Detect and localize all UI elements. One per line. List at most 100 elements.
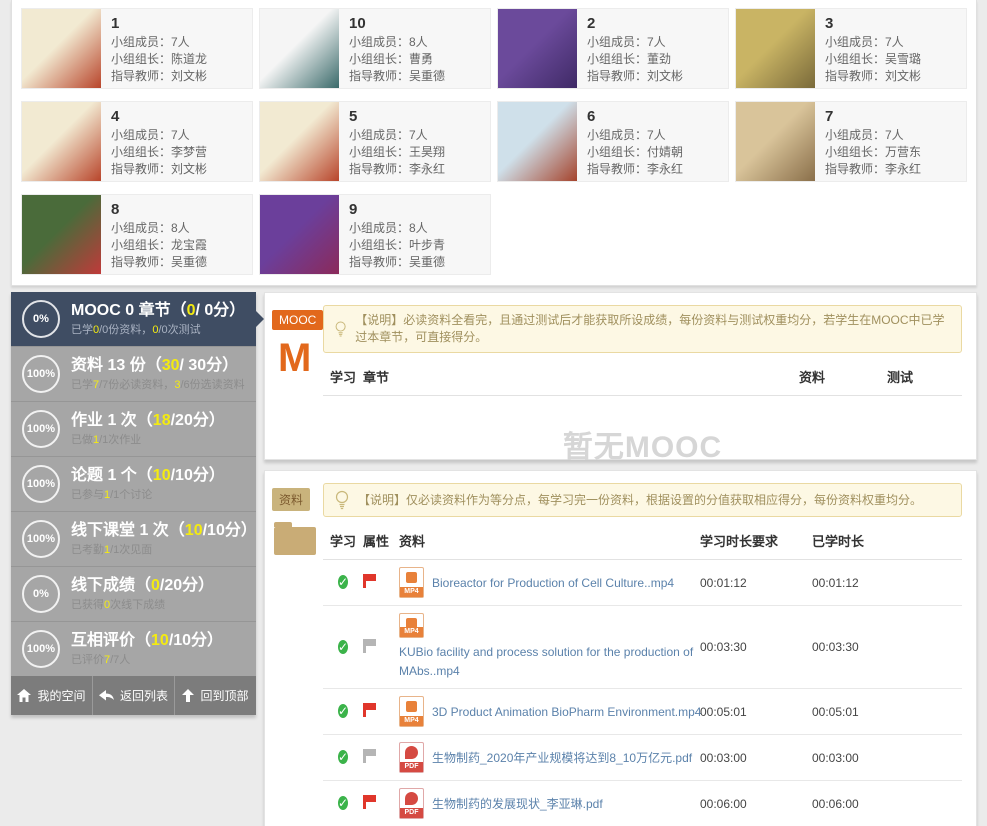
file-name-link[interactable]: 3D Product Animation BioPharm Environmen… bbox=[432, 705, 701, 719]
group-info-line: 指导教师：李永红 bbox=[349, 161, 445, 178]
file-type-icon: MP4 bbox=[399, 567, 424, 598]
col-learned-duration: 已学时长 bbox=[812, 531, 962, 550]
materials-badge: 资料 bbox=[272, 488, 310, 511]
flag-icon[interactable] bbox=[363, 795, 366, 809]
back-to-top-button[interactable]: 回到顶部 bbox=[174, 676, 256, 715]
group-info-line: 指导教师：吴重德 bbox=[349, 68, 445, 85]
progress-circle: 100% bbox=[22, 465, 60, 503]
group-info-line: 小组组长：龙宝霞 bbox=[111, 237, 207, 254]
sidebar-item-subtitle: 已评价7/7人 bbox=[71, 653, 250, 668]
mooc-table-header: 学习 章节 资料 测试 bbox=[323, 353, 962, 396]
group-info-line: 指导教师：刘文彬 bbox=[111, 161, 207, 178]
done-check-icon: ✓ bbox=[338, 750, 348, 764]
group-info-line: 小组成员：7人 bbox=[825, 34, 921, 51]
group-card[interactable]: 9 小组成员：8人小组组长：叶步青指导教师：吴重德 bbox=[259, 194, 491, 275]
flag-icon[interactable] bbox=[363, 703, 366, 717]
progress-circle: 100% bbox=[22, 410, 60, 448]
done-check-icon: ✓ bbox=[338, 796, 348, 810]
group-avatar bbox=[22, 9, 101, 88]
sidebar-item[interactable]: 100% 资料 13 份（30/ 30分） 已学7/7份必读资料，3/6份选读资… bbox=[11, 346, 256, 401]
group-info: 9 小组成员：8人小组组长：叶步青指导教师：吴重德 bbox=[339, 195, 455, 274]
progress-sidebar: 0% MOOC 0 章节（0/ 0分） 已学0/0份资料，0/0次测试 100%… bbox=[11, 292, 256, 715]
flag-icon[interactable] bbox=[363, 749, 366, 763]
col-study: 学习 bbox=[323, 531, 363, 550]
group-avatar bbox=[736, 102, 815, 181]
sidebar-item[interactable]: 0% MOOC 0 章节（0/ 0分） 已学0/0份资料，0/0次测试 bbox=[11, 292, 256, 346]
group-card[interactable]: 5 小组成员：7人小组组长：王昊翔指导教师：李永红 bbox=[259, 101, 491, 182]
file-name-link[interactable]: Bioreactor for Production of Cell Cultur… bbox=[432, 576, 674, 590]
group-card[interactable]: 1 小组成员：7人小组组长：陈道龙指导教师：刘文彬 bbox=[21, 8, 253, 89]
file-ext-label: PDF bbox=[400, 762, 423, 772]
required-duration: 00:03:00 bbox=[700, 751, 812, 765]
group-card[interactable]: 2 小组成员：7人小组组长：董劲指导教师：刘文彬 bbox=[497, 8, 729, 89]
group-info-lines: 小组成员：8人小组组长：龙宝霞指导教师：吴重德 bbox=[111, 220, 207, 271]
lightbulb-icon bbox=[334, 319, 347, 339]
group-card[interactable]: 10 小组成员：8人小组组长：曹勇指导教师：吴重德 bbox=[259, 8, 491, 89]
sidebar-items: 0% MOOC 0 章节（0/ 0分） 已学0/0份资料，0/0次测试 100%… bbox=[11, 292, 256, 676]
col-attribute: 属性 bbox=[363, 531, 399, 550]
mooc-m-icon: M bbox=[278, 338, 323, 378]
group-info: 5 小组成员：7人小组组长：王昊翔指导教师：李永红 bbox=[339, 102, 455, 181]
group-info: 6 小组成员：7人小组组长：付婧朝指导教师：李永红 bbox=[577, 102, 693, 181]
sidebar-item[interactable]: 100% 线下课堂 1 次（10/10分） 已考勤1/1次见面 bbox=[11, 511, 256, 566]
materials-rows: ✓ MP4 Bioreactor for Production of Cell … bbox=[323, 560, 962, 826]
file-ext-label: MP4 bbox=[400, 587, 423, 597]
flag-icon[interactable] bbox=[363, 574, 366, 588]
sidebar-item[interactable]: 0% 线下成绩（0/20分） 已获得0次线下成绩 bbox=[11, 566, 256, 621]
flag-icon[interactable] bbox=[363, 639, 366, 653]
done-check-icon: ✓ bbox=[338, 704, 348, 718]
sidebar-item-title: 线下成绩（0/20分） bbox=[71, 575, 250, 596]
materials-note-text: 【说明】仅必读资料作为等分点，每学习完一份资料，根据设置的分值获取相应得分，每份… bbox=[358, 492, 922, 509]
group-avatar bbox=[22, 195, 101, 274]
file-ext-label: MP4 bbox=[400, 627, 423, 637]
file-name-link[interactable]: 生物制药的发展现状_李亚琳.pdf bbox=[432, 795, 603, 812]
group-info-line: 小组成员：7人 bbox=[587, 34, 683, 51]
materials-panel: 资料 【说明】仅必读资料作为等分点，每学习完一份资料，根据设置的分值获取相应得分… bbox=[264, 470, 977, 826]
group-info-line: 小组成员：8人 bbox=[349, 220, 445, 237]
group-info-lines: 小组成员：7人小组组长：李梦营指导教师：刘文彬 bbox=[111, 127, 207, 178]
col-material: 资料 bbox=[399, 531, 700, 550]
sidebar-item[interactable]: 100% 作业 1 次（18/20分） 已做1/1次作业 bbox=[11, 401, 256, 456]
group-card[interactable]: 3 小组成员：7人小组组长：吴雪璐指导教师：刘文彬 bbox=[735, 8, 967, 89]
group-avatar bbox=[22, 102, 101, 181]
group-number: 7 bbox=[825, 108, 921, 125]
group-number: 5 bbox=[349, 108, 445, 125]
mooc-note-text: 【说明】必读资料全看完，且通过测试后才能获取所设成绩，每份资料与测试权重均分，若… bbox=[355, 312, 951, 346]
group-info: 3 小组成员：7人小组组长：吴雪璐指导教师：刘文彬 bbox=[815, 9, 931, 88]
group-avatar bbox=[260, 195, 339, 274]
material-row: ✓ PDF 生物制药的发展现状_李亚琳.pdf 00:06:00 00:06:0… bbox=[323, 781, 962, 826]
home-icon bbox=[17, 689, 31, 702]
group-card[interactable]: 4 小组成员：7人小组组长：李梦营指导教师：刘文彬 bbox=[21, 101, 253, 182]
required-duration: 00:01:12 bbox=[700, 576, 812, 590]
sidebar-item-title: 作业 1 次（18/20分） bbox=[71, 410, 250, 431]
group-number: 9 bbox=[349, 201, 445, 218]
file-type-icon: MP4 bbox=[399, 696, 424, 727]
material-row: ✓ MP4 3D Product Animation BioPharm Envi… bbox=[323, 689, 962, 735]
group-info: 2 小组成员：7人小组组长：董劲指导教师：刘文彬 bbox=[577, 9, 693, 88]
my-space-label: 我的空间 bbox=[37, 687, 85, 704]
sidebar-item[interactable]: 100% 论题 1 个（10/10分） 已参与1/1个讨论 bbox=[11, 456, 256, 511]
group-card[interactable]: 8 小组成员：8人小组组长：龙宝霞指导教师：吴重德 bbox=[21, 194, 253, 275]
group-info-line: 小组组长：曹勇 bbox=[349, 51, 445, 68]
top-icon bbox=[182, 689, 194, 702]
group-info-line: 小组成员：7人 bbox=[825, 127, 921, 144]
group-card[interactable]: 7 小组成员：7人小组组长：万营东指导教师：李永红 bbox=[735, 101, 967, 182]
back-to-list-button[interactable]: 返回列表 bbox=[92, 676, 174, 715]
learned-duration: 00:06:00 bbox=[812, 797, 962, 811]
group-info-lines: 小组成员：7人小组组长：万营东指导教师：李永红 bbox=[825, 127, 921, 178]
sidebar-item-title: MOOC 0 章节（0/ 0分） bbox=[71, 300, 250, 321]
group-info-line: 小组成员：8人 bbox=[111, 220, 207, 237]
file-name-link[interactable]: 生物制药_2020年产业规模将达到8_10万亿元.pdf bbox=[432, 749, 692, 766]
file-name-link[interactable]: KUBio facility and process solution for … bbox=[399, 643, 699, 681]
my-space-button[interactable]: 我的空间 bbox=[11, 676, 92, 715]
progress-circle: 0% bbox=[22, 575, 60, 613]
group-info-lines: 小组成员：7人小组组长：王昊翔指导教师：李永红 bbox=[349, 127, 445, 178]
done-check-icon: ✓ bbox=[338, 575, 348, 589]
group-card[interactable]: 6 小组成员：7人小组组长：付婧朝指导教师：李永红 bbox=[497, 101, 729, 182]
group-info-lines: 小组成员：8人小组组长：曹勇指导教师：吴重德 bbox=[349, 34, 445, 85]
sidebar-item-title: 资料 13 份（30/ 30分） bbox=[71, 355, 250, 376]
group-info-line: 小组成员：8人 bbox=[349, 34, 445, 51]
sidebar-item[interactable]: 100% 互相评价（10/10分） 已评价7/7人 bbox=[11, 621, 256, 676]
group-info-line: 小组组长：吴雪璐 bbox=[825, 51, 921, 68]
learned-duration: 00:03:00 bbox=[812, 751, 962, 765]
